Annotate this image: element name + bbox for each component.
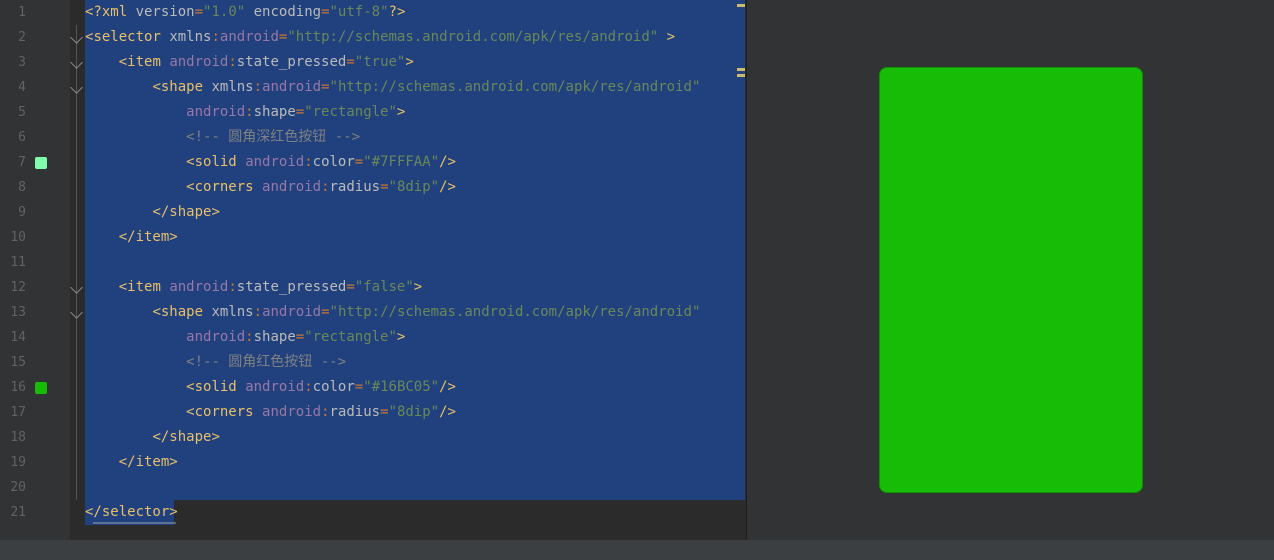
color-swatch-icon[interactable] [35,157,47,169]
line-number: 18 [0,430,32,445]
code-line: <selector xmlns:android="http://schemas.… [85,25,675,50]
fold-toggle[interactable] [72,83,81,92]
code-line: <item android:state_pressed="false"> [85,275,422,300]
code-line: android:shape="rectangle"> [85,325,405,350]
code-line: <solid android:color="#7FFFAA"/> [85,150,456,175]
code-line: <!-- 圆角深红色按钮 --> [85,125,360,150]
line-number: 17 [0,405,32,420]
line-number: 13 [0,305,32,320]
code-line: </item> [85,225,178,250]
code-line: <corners android:radius="8dip"/> [85,400,456,425]
line-number: 3 [0,55,32,70]
line-number: 2 [0,30,32,45]
line-number: 14 [0,330,32,345]
code-line: <item android:state_pressed="true"> [85,50,414,75]
code-line: android:shape="rectangle"> [85,100,405,125]
app-root: 123456789101112131415161718192021 <?xml … [0,0,1274,560]
line-number: 20 [0,480,32,495]
code-line: <solid android:color="#16BC05"/> [85,375,456,400]
fold-strip [70,0,84,560]
fold-toggle[interactable] [72,58,81,67]
status-bar [0,540,1274,560]
code-line: <shape xmlns:android="http://schemas.and… [85,300,700,325]
code-line [85,475,93,500]
warning-marker[interactable] [737,74,745,77]
marker-stripe[interactable] [736,0,746,560]
code-line [85,250,93,275]
line-number: 5 [0,105,32,120]
code-area[interactable]: <?xml version="1.0" encoding="utf-8"?> <… [85,0,734,560]
line-number: 8 [0,180,32,195]
warning-marker[interactable] [737,68,745,71]
line-number: 21 [0,505,32,520]
line-number: 1 [0,5,32,20]
line-number: 6 [0,130,32,145]
line-number: 10 [0,230,32,245]
fold-toggle[interactable] [72,283,81,292]
preview-shape [879,67,1143,493]
color-swatch-icon[interactable] [35,382,47,394]
line-number: 7 [0,155,32,170]
line-number: 11 [0,255,32,270]
code-editor[interactable]: 123456789101112131415161718192021 <?xml … [0,0,746,560]
code-line: </selector> [85,500,178,525]
line-number: 9 [0,205,32,220]
code-line: </item> [85,450,178,475]
code-line: <corners android:radius="8dip"/> [85,175,456,200]
code-line: </shape> [85,200,220,225]
line-number: 4 [0,80,32,95]
line-number: 19 [0,455,32,470]
fold-toggle[interactable] [72,308,81,317]
line-number: 16 [0,380,32,395]
line-number: 12 [0,280,32,295]
code-line: </shape> [85,425,220,450]
warning-marker[interactable] [737,4,745,7]
code-line: <!-- 圆角红色按钮 --> [85,350,346,375]
code-line: <shape xmlns:android="http://schemas.and… [85,75,700,100]
code-line: <?xml version="1.0" encoding="utf-8"?> [85,0,405,25]
line-number: 15 [0,355,32,370]
gutter: 123456789101112131415161718192021 [0,0,70,560]
fold-toggle[interactable] [72,33,81,42]
drawable-preview [746,0,1274,560]
